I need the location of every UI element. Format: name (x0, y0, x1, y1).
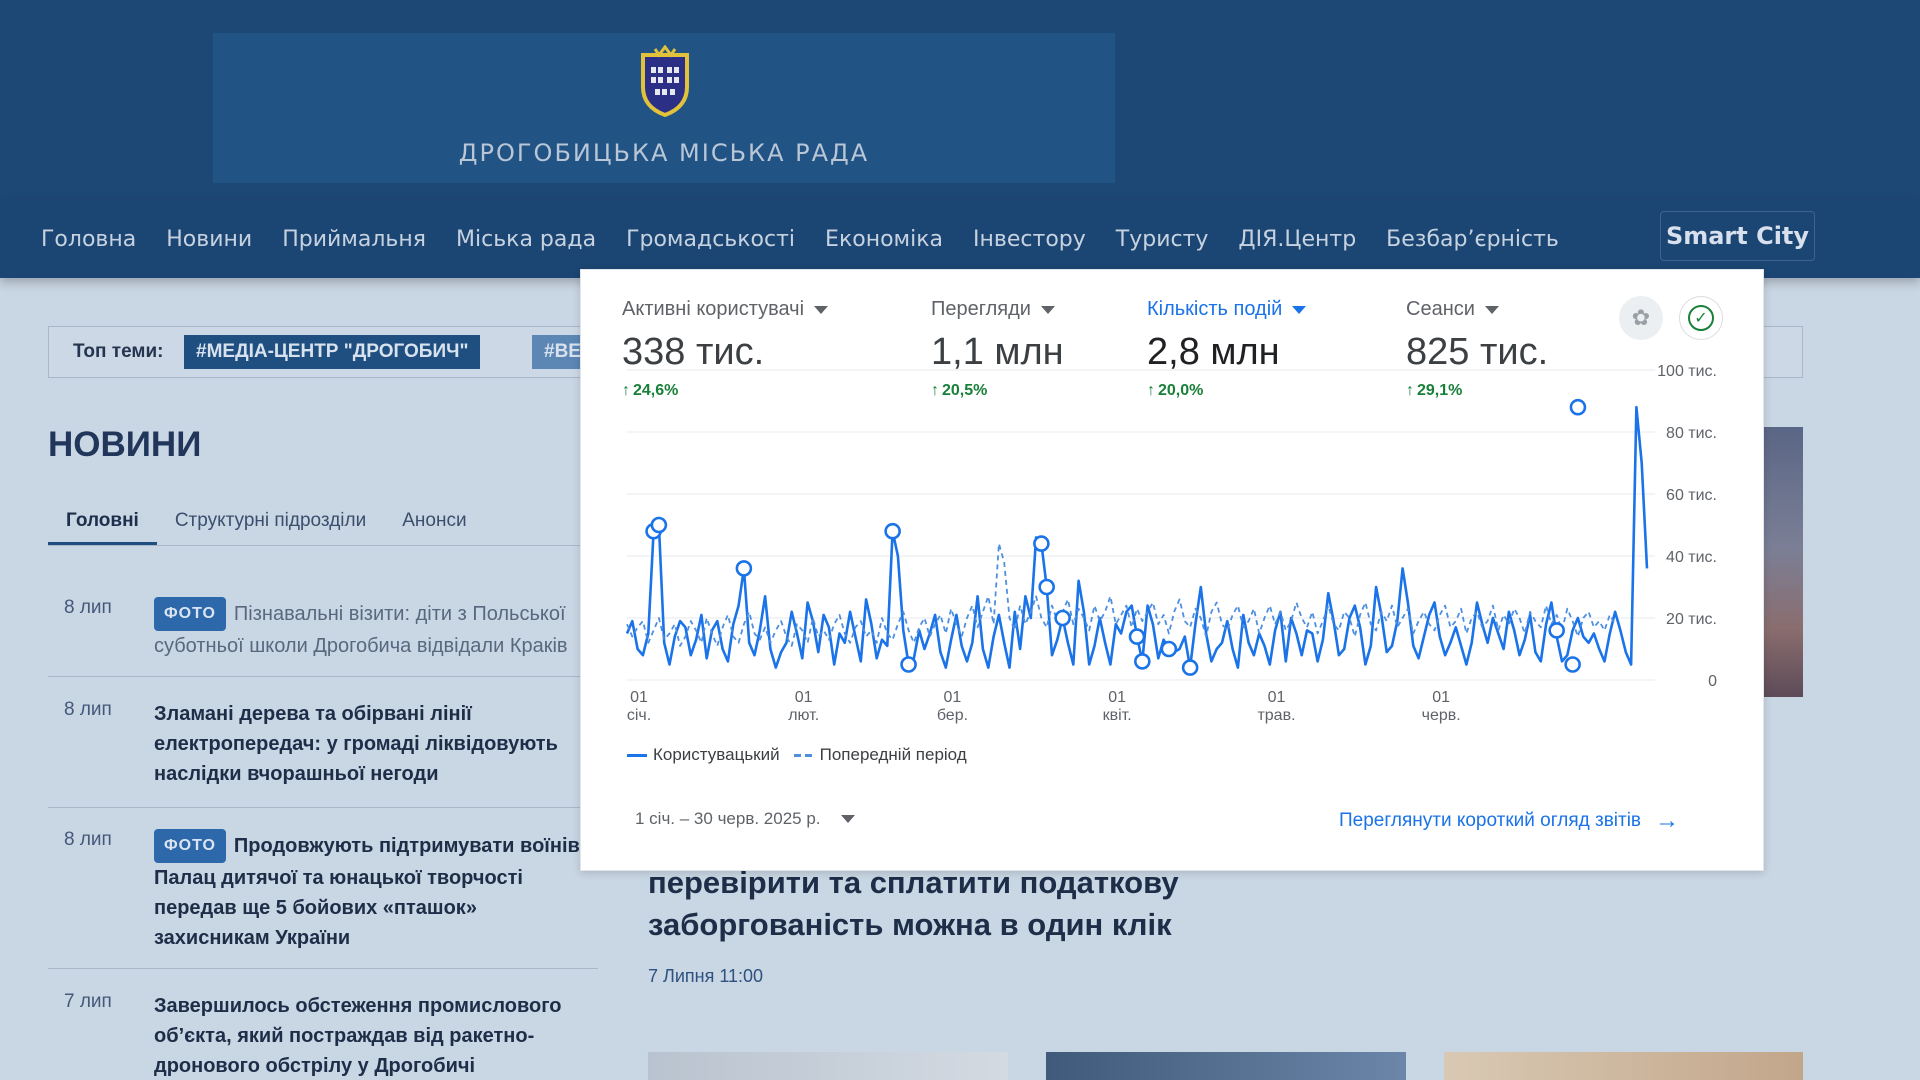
caret-down-icon (840, 815, 855, 823)
y-tick-label: 40 тис. (1666, 549, 1717, 566)
news-thumbnail[interactable] (1444, 1052, 1803, 1080)
nav-item[interactable]: Економіка (815, 227, 953, 252)
x-tick-day-label: 01 (795, 689, 813, 706)
x-tick-month-label: черв. (1422, 707, 1461, 724)
x-tick-day-label: 01 (1108, 689, 1126, 706)
y-tick-label: 100 тис. (1657, 363, 1717, 380)
news-photo[interactable] (1764, 427, 1803, 697)
y-tick-label: 0 (1708, 673, 1717, 690)
data-point-marker (1564, 656, 1581, 673)
nav-item[interactable]: Туристу (1106, 227, 1219, 252)
nav-item[interactable]: Громадськості (616, 227, 805, 252)
tab-announcements[interactable]: Анонси (384, 500, 484, 545)
news-headline[interactable]: ФОТО Пізнавальні візити: діти з Польської… (154, 597, 594, 661)
nav-list: Головна Новини Приймальня Міська рада Громад… (26, 200, 1574, 278)
nav-item[interactable]: ДІЯ.Центр (1228, 227, 1366, 252)
photo-badge: ФОТО (154, 829, 226, 863)
data-point-marker (1054, 609, 1071, 627)
date-range-text: 1 січ. – 30 черв. 2025 р. (635, 809, 821, 828)
divider (48, 676, 598, 677)
legend-swatch-current (627, 753, 647, 757)
data-point-marker (650, 516, 668, 534)
data-point-marker (1160, 640, 1178, 658)
date-range-picker[interactable]: 1 січ. – 30 черв. 2025 р. (635, 809, 855, 829)
topic-tag[interactable]: #МЕДІА-ЦЕНТР "ДРОГОБИЧ" (184, 335, 481, 369)
data-point-marker (1128, 628, 1146, 645)
x-tick-month-label: трав. (1257, 707, 1295, 724)
data-point-marker (1033, 535, 1050, 552)
nav-item[interactable]: Головна (31, 227, 146, 252)
nav-item[interactable]: Приймальня (272, 227, 436, 252)
news-date: 7 лип (64, 991, 112, 1012)
x-tick-month-label: квіт. (1103, 707, 1132, 724)
nav-item-smart-city[interactable]: Smart City (1660, 211, 1815, 261)
legend-label-previous: Попередній період (819, 745, 967, 764)
y-tick-label: 20 тис. (1666, 611, 1717, 628)
news-headline[interactable]: Завершилось обстеження промислового об’є… (154, 991, 594, 1080)
news-section-title: НОВИНИ (48, 425, 202, 464)
x-tick-day-label: 01 (944, 689, 962, 706)
news-thumbnail[interactable] (648, 1052, 1008, 1080)
data-point-marker (1569, 398, 1587, 416)
x-tick-day-label: 01 (1268, 689, 1286, 706)
nav-item[interactable]: Міська рада (446, 227, 606, 252)
city-crest-icon (641, 45, 689, 117)
analytics-card: Активні користувачі 338 тис. ↑ 24,6% Пере… (580, 269, 1764, 871)
news-thumbnail[interactable] (1046, 1052, 1406, 1080)
data-point-marker (1038, 578, 1055, 596)
nav-item[interactable]: Новини (156, 227, 262, 252)
photo-badge: ФОТО (154, 597, 226, 631)
site-header: ДРОГОБИЦЬКА МІСЬКА РАДА (0, 0, 1920, 200)
chart-legend: Користувацький Попередній період (627, 745, 967, 765)
legend-swatch-previous (793, 753, 814, 757)
hero-news-date: 7 Липня 11:00 (648, 966, 764, 986)
divider (48, 968, 598, 969)
news-headline[interactable]: ФОТО Продовжують підтримувати воїнів: Пал… (154, 829, 594, 953)
main-nav: Головна Новини Приймальня Міська рада Громад… (0, 200, 1920, 278)
y-tick-label: 80 тис. (1666, 425, 1717, 442)
data-point-marker (1548, 622, 1565, 639)
nav-item[interactable]: Інвестору (963, 227, 1096, 252)
nav-item[interactable]: Безбар’єрність (1376, 227, 1569, 252)
x-tick-day-label: 01 (630, 689, 648, 706)
arrow-right-icon: → (1655, 807, 1680, 834)
divider (48, 807, 598, 808)
data-point-marker (1134, 653, 1151, 670)
news-tabs: Головні Структурні підрозділи Анонси (48, 500, 593, 546)
data-point-marker (900, 656, 917, 673)
site-name: ДРОГОБИЦЬКА МІСЬКА РАДА (458, 139, 870, 167)
data-point-marker (1181, 659, 1199, 676)
events-line-chart: 100 тис.80 тис.60 тис.40 тис.20 тис.001с… (625, 363, 1717, 724)
news-headline[interactable]: Зламані дерева та обірвані лінії електро… (154, 699, 594, 789)
top-topics-label: Топ теми: (73, 341, 164, 362)
tab-departments[interactable]: Структурні підрозділи (157, 500, 384, 545)
news-date: 8 лип (64, 829, 112, 850)
x-tick-month-label: бер. (937, 707, 968, 724)
tab-main[interactable]: Головні (48, 500, 157, 545)
legend-label-current: Користувацький (653, 745, 780, 764)
data-point-marker (735, 560, 753, 577)
view-reports-link[interactable]: Переглянути короткий огляд звітів → (1339, 807, 1679, 835)
news-date: 8 лип (64, 699, 112, 720)
data-point-marker (884, 522, 901, 540)
y-tick-label: 60 тис. (1666, 487, 1717, 504)
x-tick-month-label: лют. (788, 707, 819, 724)
news-date: 8 лип (64, 597, 112, 618)
hero-news-title[interactable]: перевірити та сплатити податкову заборго… (648, 862, 1288, 946)
view-reports-link-text: Переглянути короткий огляд звітів (1339, 810, 1642, 831)
x-tick-month-label: січ. (627, 707, 651, 724)
x-tick-day-label: 01 (1432, 689, 1450, 706)
logo-banner[interactable]: ДРОГОБИЦЬКА МІСЬКА РАДА (213, 33, 1115, 183)
